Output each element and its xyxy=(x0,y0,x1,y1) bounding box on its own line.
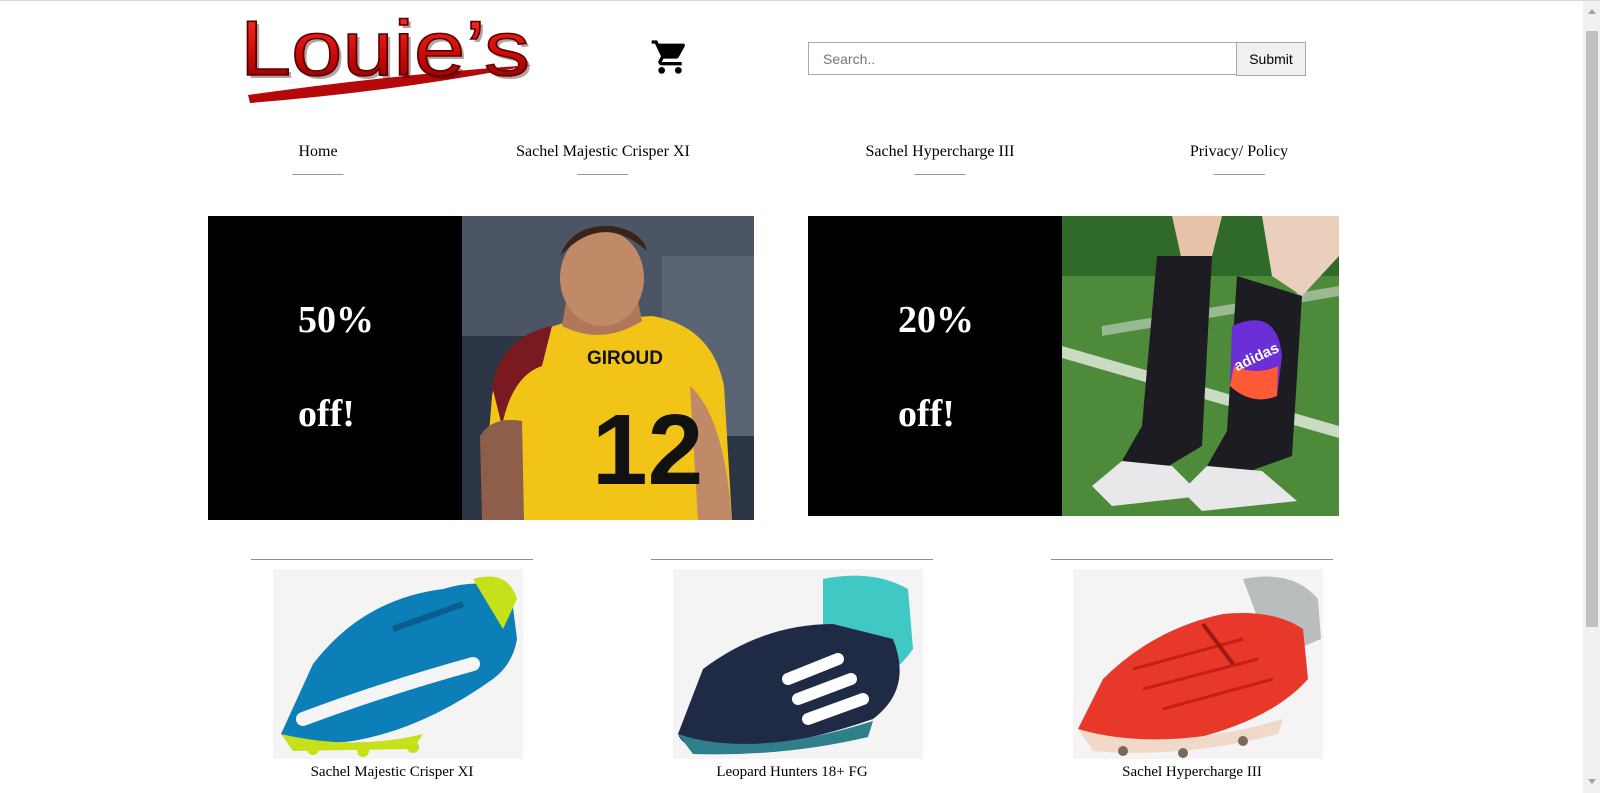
promo-banner-20-off[interactable]: 20% off! adidas xyxy=(808,216,1339,516)
submit-button[interactable]: Submit xyxy=(1236,42,1306,76)
nav-underline xyxy=(1213,174,1265,175)
promo-off-label: off! xyxy=(298,393,355,435)
shin-guard-sock-photo: adidas xyxy=(1062,216,1339,516)
logo-text: Louie’s xyxy=(240,5,530,92)
football-boot-image xyxy=(1073,569,1323,759)
product-card[interactable]: Sachel Hypercharge III xyxy=(1051,559,1333,780)
promo-off-label: off! xyxy=(898,393,955,435)
shopping-cart-icon[interactable] xyxy=(650,37,690,77)
brand-logo[interactable]: Louie’s Louie’s xyxy=(240,5,540,105)
product-card[interactable]: Leopard Hunters 18+ FG xyxy=(651,559,933,780)
product-name: Leopard Hunters 18+ FG xyxy=(716,764,868,780)
nav-label: Sachel Majestic Crisper XI xyxy=(516,143,690,160)
nav-item-sachel-hypercharge-iii[interactable]: Sachel Hypercharge III xyxy=(865,141,1015,177)
nav-underline xyxy=(292,174,344,175)
nav-label: Sachel Hypercharge III xyxy=(865,143,1015,160)
promo-discount: 50% xyxy=(298,299,374,341)
product-divider xyxy=(1051,559,1333,560)
jersey-name: GIROUD xyxy=(587,348,663,369)
nav-underline xyxy=(577,174,629,175)
football-boot-image xyxy=(673,569,923,759)
promo-text: 50% off! xyxy=(208,216,462,520)
player-yellow-jersey-photo: GIROUD 12 xyxy=(462,216,754,520)
scroll-down-icon[interactable] xyxy=(1588,779,1596,784)
nav-underline xyxy=(914,174,966,175)
promo-banner-50-off[interactable]: 50% off! GIROUD 12 xyxy=(208,216,754,520)
promo-discount: 20% xyxy=(898,299,974,341)
product-divider xyxy=(651,559,933,560)
nav-item-privacy-policy[interactable]: Privacy/ Policy xyxy=(1190,141,1288,177)
product-name: Sachel Majestic Crisper XI xyxy=(310,764,474,780)
search-input[interactable] xyxy=(808,42,1237,75)
product-card[interactable]: Sachel Majestic Crisper XI xyxy=(251,559,533,780)
scroll-up-icon[interactable] xyxy=(1588,9,1596,14)
product-name: Sachel Hypercharge III xyxy=(1122,764,1262,780)
jersey-number: 12 xyxy=(592,394,703,506)
nav-label: Privacy/ Policy xyxy=(1189,143,1289,160)
product-divider xyxy=(251,559,533,560)
football-boot-image xyxy=(273,569,523,759)
promo-text: 20% off! xyxy=(808,216,1062,516)
nav-item-home[interactable]: Home xyxy=(292,141,344,177)
nav-item-sachel-majestic-crisper-xi[interactable]: Sachel Majestic Crisper XI xyxy=(516,141,690,177)
nav-label: Home xyxy=(298,143,338,160)
scrollbar-thumb[interactable] xyxy=(1586,31,1598,627)
